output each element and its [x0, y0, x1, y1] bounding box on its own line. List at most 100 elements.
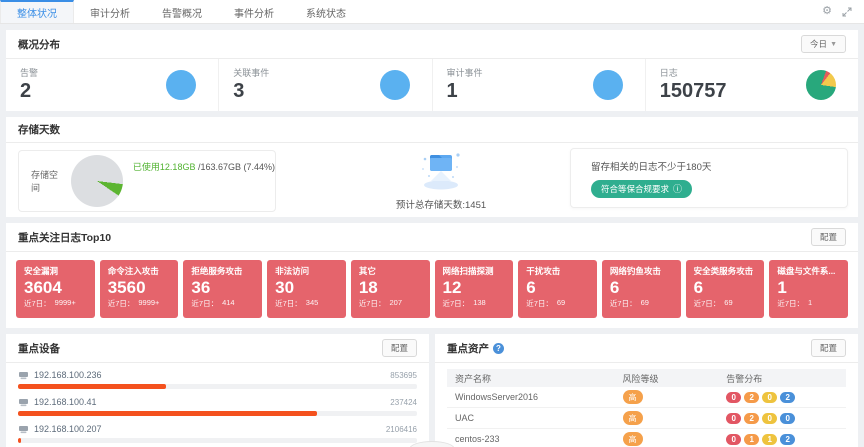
- date-filter-dropdown[interactable]: 今日 ▼: [801, 35, 846, 53]
- compliance-button[interactable]: 符合等保合规要求 ⓘ: [591, 180, 692, 198]
- alert-badge-red: 0: [726, 434, 741, 445]
- tab-label: 系统状态: [306, 5, 346, 20]
- overview-panel: 概况分布 今日 ▼ 告警 2 关联事件 3 审计事件 1: [6, 30, 858, 111]
- device-bar-fill: [18, 411, 317, 416]
- table-row[interactable]: UAC 高 0 2 0 0: [447, 408, 846, 429]
- table-row[interactable]: centos-233 高 0 1 1 2: [447, 429, 846, 447]
- recent-value: 9999+: [138, 298, 159, 309]
- device-count: 2106416: [386, 425, 417, 434]
- log-card[interactable]: 其它 18 近7日：207: [351, 260, 430, 318]
- recent-value: 414: [222, 298, 235, 309]
- log-card-title: 安全漏洞: [24, 265, 87, 277]
- alert-badge-yellow: 0: [762, 392, 777, 403]
- asset-name: UAC: [447, 413, 623, 423]
- devices-config-button[interactable]: 配置: [382, 339, 417, 357]
- alert-badge-blue: 2: [780, 392, 795, 403]
- risk-badge: 高: [623, 411, 643, 425]
- device-icon: [18, 398, 29, 407]
- compliance-card: 留存相关的日志不少于180天 符合等保合规要求 ⓘ: [570, 148, 848, 208]
- device-ip: 192.168.100.41: [34, 397, 97, 407]
- log-card[interactable]: 干扰攻击 6 近7日：69: [518, 260, 597, 318]
- alert-circle-icon: [166, 70, 196, 100]
- device-count: 237424: [390, 398, 417, 407]
- storage-space-card: 存储空间 已使用12.18GB /163.67GB (7.44%): [18, 150, 276, 212]
- table-header-row: 资产名称 风险等级 告警分布: [447, 369, 846, 387]
- device-ip: 192.168.100.207: [34, 424, 102, 434]
- risk-badge: 高: [623, 390, 643, 404]
- alert-badge-blue: 0: [780, 413, 795, 424]
- storage-panel: 存储天数 存储空间 已使用12.18GB /163.67GB (7.44%): [6, 117, 858, 217]
- tab-label: 告警概况: [162, 5, 202, 20]
- log-card-value: 36: [191, 277, 254, 298]
- stat-alerts: 告警 2: [6, 59, 219, 111]
- alert-badge-red: 0: [726, 392, 741, 403]
- col-risk-level: 风险等级: [623, 372, 727, 385]
- recent-value: 9999+: [55, 298, 76, 309]
- log-card[interactable]: 磁盘与文件系... 1 近7日：1: [769, 260, 848, 318]
- tab-label: 整体状况: [17, 5, 57, 20]
- event-circle-icon: [380, 70, 410, 100]
- log-card-title: 命令注入攻击: [108, 265, 171, 277]
- device-row[interactable]: 192.168.100.41 237424: [18, 395, 417, 416]
- log-card-title: 安全类服务攻击: [694, 265, 757, 277]
- tab-event-analysis[interactable]: 事件分析: [218, 0, 290, 23]
- asset-name: centos-233: [447, 434, 623, 444]
- recent-label: 近7日：: [443, 298, 470, 309]
- log-card[interactable]: 安全漏洞 3604 近7日： 9999+: [16, 260, 95, 318]
- log-card-title: 拒绝服务攻击: [191, 265, 254, 277]
- table-row[interactable]: WindowsServer2016 高 0 2 0 2: [447, 387, 846, 408]
- compliance-text: 留存相关的日志不少于180天: [591, 159, 827, 173]
- log-card-value: 3604: [24, 277, 87, 298]
- tab-audit-analysis[interactable]: 审计分析: [74, 0, 146, 23]
- log-card-value: 30: [275, 277, 338, 298]
- help-icon[interactable]: ?: [493, 343, 504, 354]
- tab-system-status[interactable]: 系统状态: [290, 0, 362, 23]
- tab-bar: 整体状况 审计分析 告警概况 事件分析 系统状态: [0, 0, 362, 23]
- assets-title: 重点资产: [447, 341, 489, 356]
- folder-illustration: [413, 178, 469, 195]
- devices-title: 重点设备: [18, 341, 60, 356]
- top10-title: 重点关注日志Top10: [18, 230, 111, 245]
- log-card-title: 干扰攻击: [526, 265, 589, 277]
- recent-value: 138: [473, 298, 486, 309]
- log-card-value: 6: [694, 277, 757, 298]
- audit-circle-icon: [593, 70, 623, 100]
- recent-value: 69: [724, 298, 732, 309]
- log-card[interactable]: 拒绝服务攻击 36 近7日： 414: [183, 260, 262, 318]
- recent-value: 69: [641, 298, 649, 309]
- storage-days-text: 预计总存储天数:1451: [366, 197, 516, 211]
- tab-overall-status[interactable]: 整体状况: [0, 0, 74, 23]
- device-bar-fill: [18, 438, 21, 443]
- device-bar-track: [18, 411, 417, 416]
- assets-config-button[interactable]: 配置: [811, 339, 846, 357]
- log-card-title: 网络扫描探测: [443, 265, 506, 277]
- asset-name: WindowsServer2016: [447, 392, 623, 402]
- device-row[interactable]: 192.168.100.236 853695: [18, 368, 417, 389]
- log-card[interactable]: 安全类服务攻击 6 近7日：69: [686, 260, 765, 318]
- top10-config-button[interactable]: 配置: [811, 228, 846, 246]
- device-bar-track: [18, 384, 417, 389]
- col-asset-name: 资产名称: [447, 372, 623, 385]
- fullscreen-icon[interactable]: [842, 7, 852, 17]
- alert-badge-orange: 1: [744, 434, 759, 445]
- device-row[interactable]: 192.168.100.207 2106416: [18, 422, 417, 443]
- recent-label: 近7日：: [24, 298, 51, 309]
- tab-alert-overview[interactable]: 告警概况: [146, 0, 218, 23]
- date-filter-value: 今日: [810, 38, 827, 50]
- storage-used-value: 已使用12.18GB: [133, 162, 196, 172]
- log-card-title: 非法访问: [275, 265, 338, 277]
- log-card[interactable]: 网络钓鱼攻击 6 近7日：69: [602, 260, 681, 318]
- storage-total-value: /163.67GB (7.44%): [195, 162, 275, 172]
- recent-label: 近7日：: [191, 298, 218, 309]
- log-card[interactable]: 命令注入攻击 3560 近7日：9999+: [100, 260, 179, 318]
- log-card[interactable]: 网络扫描探测 12 近7日：138: [435, 260, 514, 318]
- gear-icon[interactable]: ⚙: [822, 6, 832, 17]
- recent-label: 近7日：: [526, 298, 553, 309]
- recent-label: 近7日：: [694, 298, 721, 309]
- log-card[interactable]: 非法访问 30 近7日：345: [267, 260, 346, 318]
- recent-label: 近7日：: [275, 298, 302, 309]
- top-navbar: 整体状况 审计分析 告警概况 事件分析 系统状态 ⚙: [0, 0, 864, 24]
- overview-title: 概况分布: [18, 37, 60, 52]
- storage-title: 存储天数: [18, 122, 60, 137]
- alert-badge-orange: 2: [744, 413, 759, 424]
